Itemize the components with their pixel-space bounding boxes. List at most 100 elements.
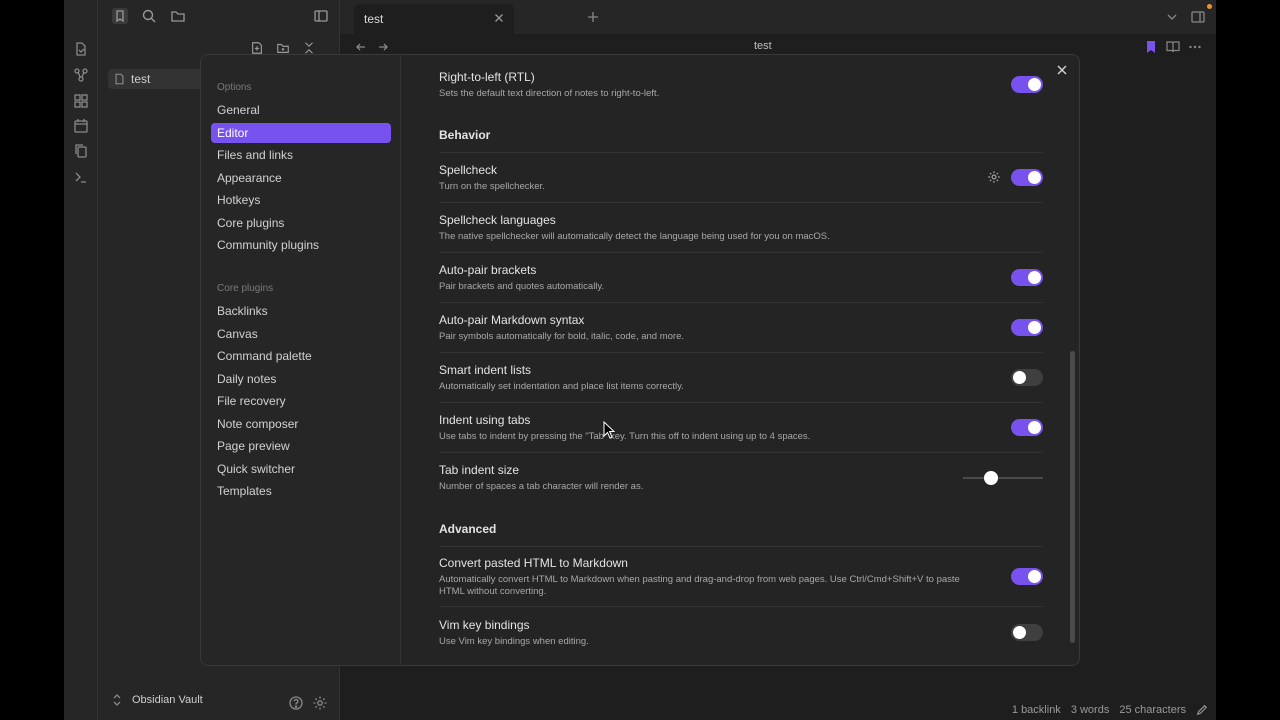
- setting-name: Indent using tabs: [439, 413, 531, 427]
- nav-item-general[interactable]: General: [211, 100, 391, 120]
- nav-item-community-plugins[interactable]: Community plugins: [211, 235, 391, 255]
- tab-label: test: [364, 12, 384, 26]
- setting-spellcheck: Spellcheck Turn on the spellchecker.: [439, 163, 1043, 203]
- setting-spellcheck-languages: Spellcheck languages The native spellche…: [439, 213, 1043, 253]
- nav-item-quick-switcher[interactable]: Quick switcher: [211, 459, 391, 479]
- setting-desc: Pair brackets and quotes automatically.: [439, 281, 605, 292]
- setting-desc: Sets the default text direction of notes…: [439, 88, 660, 99]
- forward-arrow-icon[interactable]: [376, 40, 390, 54]
- setting-tab-indent-size: Tab indent size Number of spaces a tab c…: [439, 463, 1043, 503]
- nav-item-core-plugins[interactable]: Core plugins: [211, 213, 391, 233]
- vim-toggle[interactable]: [1011, 624, 1043, 641]
- setting-name: Spellcheck languages: [439, 213, 556, 227]
- graph-view-icon[interactable]: [73, 67, 89, 83]
- scrollbar[interactable]: [1070, 351, 1075, 643]
- new-note-icon[interactable]: [250, 41, 264, 55]
- nav-item-templates[interactable]: Templates: [211, 481, 391, 501]
- section-behavior: Behavior: [439, 128, 491, 142]
- setting-name: Auto-pair Markdown syntax: [439, 313, 585, 327]
- tab-test[interactable]: test: [354, 4, 514, 34]
- setting-desc: Automatically set indentation and place …: [439, 381, 684, 392]
- nav-item-files-and-links[interactable]: Files and links: [211, 145, 391, 165]
- setting-name: Right-to-left (RTL): [439, 70, 535, 84]
- tab-bar: test: [340, 0, 1216, 34]
- update-dot-icon: [1207, 4, 1212, 9]
- section-advanced: Advanced: [439, 522, 497, 536]
- nav-item-hotkeys[interactable]: Hotkeys: [211, 190, 391, 210]
- nav-item-backlinks[interactable]: Backlinks: [211, 301, 391, 321]
- divider: [439, 546, 1043, 547]
- setting-smart-indent-lists: Smart indent lists Automatically set ind…: [439, 363, 1043, 403]
- setting-auto-pair-markdown: Auto-pair Markdown syntax Pair symbols a…: [439, 313, 1043, 353]
- nav-item-canvas[interactable]: Canvas: [211, 324, 391, 344]
- spellcheck-toggle[interactable]: [1011, 169, 1043, 186]
- tab-indent-slider[interactable]: [963, 471, 1043, 485]
- setting-name: Tab indent size: [439, 463, 520, 477]
- nav-item-note-composer[interactable]: Note composer: [211, 414, 391, 434]
- edit-pencil-icon[interactable]: [1196, 704, 1208, 716]
- collapse-icon[interactable]: [302, 41, 316, 55]
- bookmark-filled-icon[interactable]: [1144, 40, 1158, 54]
- setting-desc: Turn on the spellchecker.: [439, 181, 545, 192]
- setting-desc: Pair symbols automatically for bold, ita…: [439, 331, 684, 342]
- setting-indent-using-tabs: Indent using tabs Use tabs to indent by …: [439, 413, 1043, 453]
- backlink-count[interactable]: 1 backlink: [1012, 704, 1061, 716]
- word-count: 3 words: [1070, 704, 1110, 716]
- reading-view-icon[interactable]: [1166, 40, 1180, 54]
- chevron-down-icon[interactable]: [1165, 10, 1179, 24]
- new-tab-icon[interactable]: [586, 10, 600, 24]
- folder-icon[interactable]: [170, 8, 186, 24]
- setting-desc: Use tabs to indent by pressing the "Tab"…: [439, 431, 811, 442]
- help-icon[interactable]: [288, 695, 304, 711]
- convert-html-toggle[interactable]: [1011, 568, 1043, 585]
- back-arrow-icon[interactable]: [354, 40, 368, 54]
- gear-icon[interactable]: [987, 170, 1001, 184]
- right-sidebar-toggle-icon[interactable]: [1190, 9, 1206, 25]
- smart-indent-toggle[interactable]: [1011, 369, 1043, 386]
- search-icon[interactable]: [141, 8, 157, 24]
- divider: [439, 152, 1043, 153]
- setting-name: Convert pasted HTML to Markdown: [439, 556, 628, 570]
- close-tab-icon[interactable]: [492, 11, 506, 25]
- bookmark-icon[interactable]: [112, 8, 128, 24]
- vault-switcher[interactable]: Obsidian Vault: [112, 694, 203, 706]
- vault-name: Obsidian Vault: [132, 694, 203, 706]
- indent-tabs-toggle[interactable]: [1011, 419, 1043, 436]
- view-title: test: [754, 40, 772, 52]
- settings-nav: Options General Editor Files and links A…: [201, 55, 401, 665]
- auto-pair-markdown-toggle[interactable]: [1011, 319, 1043, 336]
- calendar-icon[interactable]: [73, 118, 89, 134]
- settings-content: Right-to-left (RTL) Sets the default tex…: [439, 55, 1043, 665]
- more-options-icon[interactable]: [1188, 40, 1202, 54]
- setting-name: Spellcheck: [439, 163, 498, 177]
- file-name: test: [131, 72, 151, 86]
- terminal-icon[interactable]: [73, 169, 89, 185]
- left-ribbon: [64, 0, 98, 720]
- close-icon[interactable]: [1053, 61, 1071, 79]
- canvas-icon[interactable]: [73, 93, 89, 109]
- setting-desc: The native spellchecker will automatical…: [439, 231, 830, 242]
- nav-heading-core-plugins: Core plugins: [217, 283, 274, 294]
- sidebar-toggle-icon[interactable]: [313, 8, 329, 24]
- nav-item-page-preview[interactable]: Page preview: [211, 436, 391, 456]
- file-explorer-icon[interactable]: [73, 41, 89, 57]
- nav-item-file-recovery[interactable]: File recovery: [211, 391, 391, 411]
- setting-convert-html: Convert pasted HTML to Markdown Automati…: [439, 556, 1043, 607]
- rtl-toggle[interactable]: [1011, 76, 1043, 93]
- nav-item-command-palette[interactable]: Command palette: [211, 346, 391, 366]
- settings-gear-icon[interactable]: [312, 695, 328, 711]
- setting-name: Vim key bindings: [439, 618, 530, 632]
- nav-item-appearance[interactable]: Appearance: [211, 168, 391, 188]
- nav-item-editor[interactable]: Editor: [211, 123, 391, 143]
- setting-name: Auto-pair brackets: [439, 263, 537, 277]
- setting-desc: Use Vim key bindings when editing.: [439, 636, 589, 647]
- nav-item-daily-notes[interactable]: Daily notes: [211, 369, 391, 389]
- setting-auto-pair-brackets: Auto-pair brackets Pair brackets and quo…: [439, 263, 1043, 303]
- new-folder-icon[interactable]: [276, 41, 290, 55]
- mouse-cursor-icon: [603, 421, 615, 439]
- setting-vim-key-bindings: Vim key bindings Use Vim key bindings wh…: [439, 618, 1043, 658]
- slider-thumb[interactable]: [984, 471, 998, 485]
- auto-pair-brackets-toggle[interactable]: [1011, 269, 1043, 286]
- status-bar: 1 backlink 3 words 25 characters: [1012, 704, 1208, 716]
- copy-icon[interactable]: [73, 143, 89, 159]
